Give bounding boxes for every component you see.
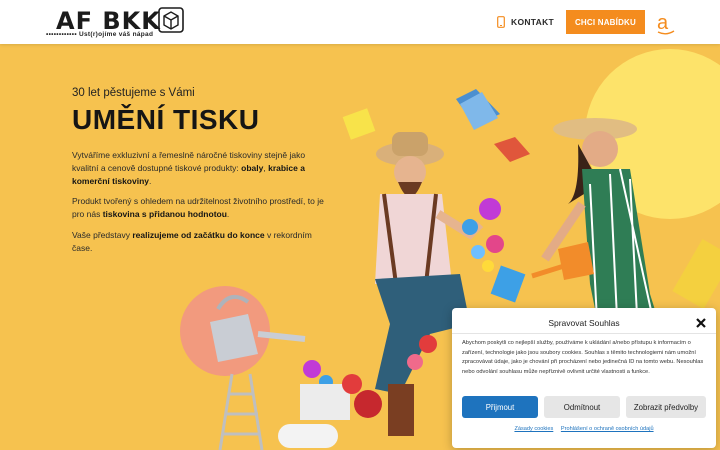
cookie-links: Zásady cookies Prohlášení o ochraně osob… [452,426,716,432]
site-header: AF BKK •••••••••••• Ust(r)ojíme váš nápa… [0,0,720,44]
text-span: Vaše představy [72,230,133,240]
request-offer-button[interactable]: CHCI NABÍDKU [566,10,645,34]
paper-stack-icon [300,384,350,420]
cookie-dialog-title: Spravovat Souhlas [548,318,620,328]
paint-blob [479,198,501,220]
divider [452,333,716,334]
paint-blob [471,245,485,259]
site-logo[interactable]: AF BKK •••••••••••• Ust(r)ojíme váš nápa… [46,5,188,41]
flower-icon [419,335,437,353]
flower-icon [354,390,382,418]
preferences-button[interactable]: Zobrazit předvolby [626,396,706,418]
cookie-consent-dialog: Spravovat Souhlas Abychom poskytli co ne… [452,308,716,448]
deny-button[interactable]: Odmítnout [544,396,620,418]
phone-icon [497,16,505,28]
yellow-paper-icon [342,108,376,140]
flying-book-icon [494,137,530,162]
contact-link[interactable]: KONTAKT [497,13,554,31]
cookie-dialog-text: Abychom poskytli co nejlepší služby, pou… [462,340,704,375]
paint-blob [482,260,494,272]
logo-tagline: •••••••••••• Ust(r)ojíme váš nápad [46,31,154,38]
paper-roll-icon [672,239,720,309]
box-logo-icon [158,7,184,33]
cookie-policy-link[interactable]: Zásady cookies [514,426,553,432]
close-icon[interactable] [695,317,707,329]
flying-book-icon [456,89,500,130]
contact-label: KONTAKT [511,17,555,27]
amazon-letter: a [657,12,669,34]
text-span: . [149,176,152,186]
paint-blob [303,360,321,378]
ladder-icon [218,373,264,450]
paper-roll-icon [278,424,338,448]
watering-can-icon [531,242,594,280]
amazon-icon[interactable]: a [655,8,677,38]
flower-icon [342,374,362,394]
paint-blob [462,219,478,235]
paint-can-icon [490,265,526,303]
flower-icon [407,354,423,370]
paint-blob [486,235,504,253]
privacy-policy-link[interactable]: Prohlášení o ochraně osobních údajů [561,426,654,432]
accept-button[interactable]: Přijmout [462,396,538,418]
